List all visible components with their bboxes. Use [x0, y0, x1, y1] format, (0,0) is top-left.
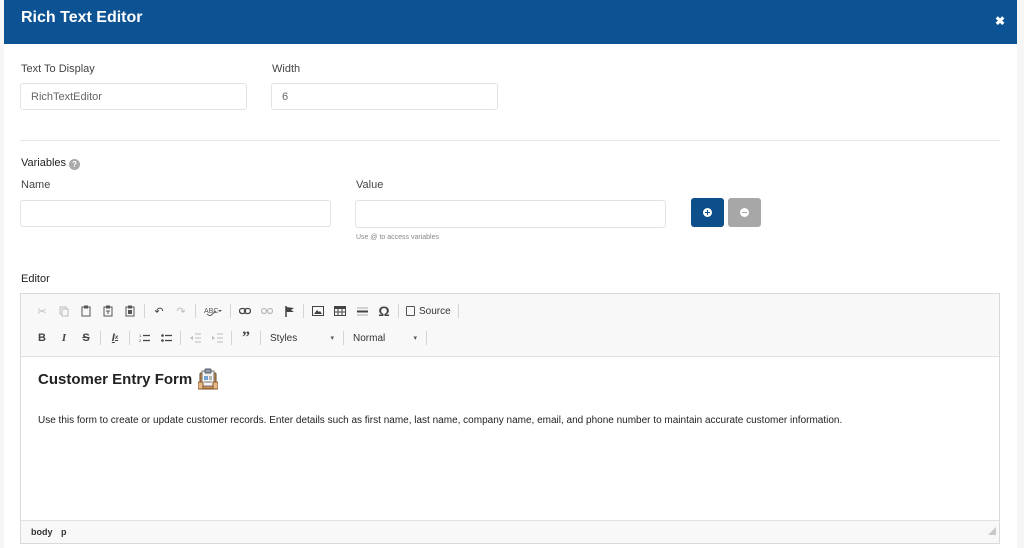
path-body[interactable]: body — [31, 527, 53, 537]
editor-label: Editor — [21, 273, 50, 285]
editor-content-area[interactable]: Customer Entry Form Use this form to cre… — [21, 356, 999, 521]
chevron-down-icon: ▾ — [413, 335, 417, 342]
source-label: Source — [419, 305, 451, 317]
content-paragraph: Use this form to create or update custom… — [38, 415, 843, 426]
text-to-display-input[interactable] — [20, 83, 247, 110]
text-to-display-label: Text To Display — [21, 63, 95, 75]
chevron-down-icon: ▾ — [330, 335, 334, 342]
resize-grip-icon[interactable] — [988, 527, 996, 535]
numbered-list-icon[interactable]: 12 — [133, 328, 155, 348]
rich-text-editor-dialog: Rich Text Editor ✖ Text To Display Width… — [4, 0, 1017, 548]
decrease-indent-icon[interactable] — [184, 328, 206, 348]
variables-title: Variables — [21, 157, 67, 169]
content-heading-text: Customer Entry Form — [38, 370, 193, 388]
unlink-icon[interactable] — [256, 301, 278, 321]
bold-icon[interactable]: B — [31, 328, 53, 348]
close-icon[interactable]: ✖ — [995, 14, 1005, 28]
cut-icon[interactable]: ✂ — [31, 301, 53, 321]
copy-icon[interactable] — [53, 301, 75, 321]
remove-format-icon[interactable]: Ix — [104, 328, 126, 348]
anchor-flag-icon[interactable] — [278, 301, 300, 321]
paste-icon[interactable] — [75, 301, 97, 321]
paste-text-icon[interactable] — [97, 301, 119, 321]
variable-name-label: Name — [21, 179, 51, 191]
redo-icon[interactable]: ↷ — [170, 301, 192, 321]
increase-indent-icon[interactable] — [206, 328, 228, 348]
variables-hint: Use @ to access variables — [356, 234, 439, 241]
source-icon — [406, 306, 415, 316]
special-character-icon[interactable]: Ω — [373, 301, 395, 321]
blockquote-icon[interactable]: ” — [235, 328, 257, 348]
undo-icon[interactable]: ↶ — [148, 301, 170, 321]
source-button[interactable]: Source — [402, 306, 455, 317]
variables-heading: Variables? — [21, 157, 81, 170]
image-icon[interactable] — [307, 301, 329, 321]
editor-toolbar: ✂ ↶ ↷ ABC Ω Source B I S I x 1 2 ” Style… — [21, 294, 999, 357]
link-icon[interactable] — [234, 301, 256, 321]
horizontal-line-icon[interactable] — [351, 301, 373, 321]
table-icon[interactable] — [329, 301, 351, 321]
plus-circle-icon — [703, 208, 712, 217]
form-clipboard-icon — [197, 368, 219, 390]
content-heading: Customer Entry Form — [38, 368, 219, 390]
styles-dropdown[interactable]: Styles ▾ — [264, 329, 340, 347]
help-icon[interactable]: ? — [69, 159, 81, 170]
spellcheck-icon[interactable]: ABC — [199, 301, 227, 321]
rich-text-editor: ✂ ↶ ↷ ABC Ω Source B I S I x 1 2 ” Style… — [20, 293, 1000, 544]
section-divider — [20, 140, 1000, 141]
dialog-title: Rich Text Editor — [21, 9, 143, 26]
variable-value-input[interactable] — [355, 200, 666, 228]
width-input[interactable] — [271, 83, 498, 110]
width-label: Width — [272, 63, 301, 75]
remove-variable-button[interactable] — [728, 198, 761, 227]
editor-status-bar: body p — [21, 520, 999, 543]
svg-text:2: 2 — [139, 338, 142, 343]
toolbar-row-2: B I S Ix 12 ” Styles ▾ Normal ▾ — [31, 327, 430, 349]
italic-icon[interactable]: I — [53, 328, 75, 348]
strikethrough-icon[interactable]: S — [75, 328, 97, 348]
variable-name-input[interactable] — [20, 200, 331, 227]
variable-value-label: Value — [356, 179, 384, 191]
toolbar-row-1: ✂ ↶ ↷ ABC Ω Source — [31, 300, 462, 322]
styles-label: Styles — [270, 332, 298, 344]
add-variable-button[interactable] — [691, 198, 724, 227]
format-label: Normal — [353, 332, 386, 344]
paste-word-icon[interactable] — [119, 301, 141, 321]
format-dropdown[interactable]: Normal ▾ — [347, 329, 423, 347]
dialog-header: Rich Text Editor ✖ — [4, 0, 1017, 44]
bulleted-list-icon[interactable] — [155, 328, 177, 348]
svg-text:ABC: ABC — [204, 308, 218, 315]
path-p[interactable]: p — [61, 527, 67, 537]
minus-circle-icon — [740, 208, 749, 217]
